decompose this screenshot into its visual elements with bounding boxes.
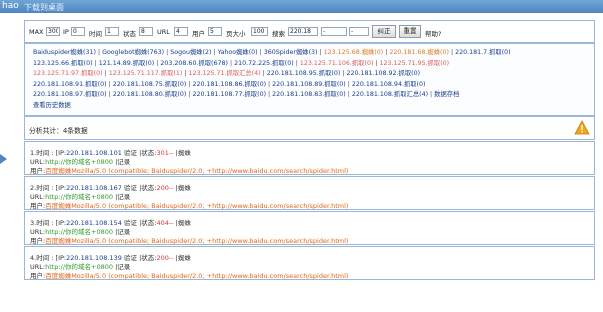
time-label: 时间 [89,30,102,38]
record-user-agent: 百度蜘蛛Mozilla/5.0 (compatible; Baiduspider… [45,237,349,245]
status-prefix: |状态: [139,219,157,227]
spider-link[interactable]: 220.181.108.77.抓取(0) [192,91,266,98]
spider-link[interactable]: Baiduspider蜘蛛(31) [33,49,96,56]
spider-link[interactable]: 210.72.225.抓取(0) [234,60,294,67]
spider-link[interactable]: 220.181.108.95.抓取(0) [267,70,341,77]
search-label: 搜索 [272,30,285,38]
spider-link[interactable]: 220.181.108.94.抓取(0) [352,81,426,88]
reset-button[interactable]: 重置 [399,25,421,38]
spider-link[interactable]: 220.181.108.80.抓取(0) [113,91,187,98]
page-size-label: 页大小 [226,30,246,38]
status-input[interactable] [139,27,153,36]
spider-link[interactable]: 123.125.71.95.抓取(0) [380,60,450,67]
status-prefix: |状态: [139,184,157,192]
record-status: 404-- [156,219,174,227]
analysis-header: 分析共计：4条数据 [24,116,595,140]
spider-link[interactable]: 220.181.108.92.抓取(0) [346,70,420,77]
download-to-desktop-link[interactable]: 下载到桌面 [24,2,64,13]
user-label: 用户 [192,30,205,38]
filter-bar: MAX IP 时间 状态 URL 用户 页大小 搜索 - - 纠正 重置 帮助? [24,20,595,43]
link-row: Baiduspider蜘蛛(31) | Googlebot蜘蛛(763) | Sogou… [33,48,593,59]
ip-label: IP [63,28,69,36]
record-line-3: 用户:百度蜘蛛Mozilla/5.0 (compatible; Baiduspi… [30,200,348,210]
record-status: 301-- [156,149,174,157]
link-row: 123.125.66.抓取(0) | 121.14.89.抓取(0) | 203.208… [33,59,593,70]
search-select-a[interactable]: - [321,27,347,36]
record-user-agent: 百度蜘蛛Mozilla/5.0 (compatible; Baiduspider… [45,272,349,280]
user-agent-label: 用户: [30,167,46,175]
record-item: 4.时间 : [IP:220.181.108.139 验证 |状态:200-- … [24,246,595,280]
record-tail: |蜘蛛 [175,149,191,157]
spider-link[interactable]: Sogou蜘蛛(2) [170,49,211,56]
url-label: URL [157,28,170,36]
spider-link[interactable]: 220.181.108.91.抓取(0) [33,81,107,88]
search-select-b[interactable]: - [349,27,369,36]
analysis-title: 分析共计：4条数据 [29,127,88,135]
user-agent-label: 用户: [30,237,46,245]
search-input[interactable] [288,27,318,36]
spider-link[interactable]: 360Spider蜘蛛(3) [264,49,318,56]
status-prefix: |状态: [139,254,157,262]
spider-link[interactable]: 查看历史数据 [33,102,71,109]
spider-link[interactable]: 220.181.68.蜘蛛(0) [389,49,449,56]
brand-logo: hao [2,1,19,11]
record-item: 1.时间 : [IP:220.181.108.101 验证 |状态:301-- … [24,141,595,175]
status-label: 状态 [123,30,136,38]
spider-link[interactable]: 220.181.108.抓取汇总(4) [352,91,428,98]
spider-links-panel: Baiduspider蜘蛛(31) | Googlebot蜘蛛(763) | Sogou… [24,43,595,116]
record-user-agent: 百度蜘蛛Mozilla/5.0 (compatible; Baiduspider… [45,202,349,210]
url-input[interactable] [174,27,188,36]
max-label: MAX [29,28,44,36]
spider-link[interactable]: 220.181.7.抓取(0) [455,49,511,56]
record-item: 3.时间 : [IP:220.181.108.154 验证 |状态:404-- … [24,211,595,245]
help-link[interactable]: 帮助? [425,28,441,38]
link-row: 查看历史数据 [33,101,593,112]
record-item: 2.时间 : [IP:220.181.108.167 验证 |状态:200-- … [24,176,595,210]
spider-link[interactable]: 220.181.108.86.抓取(0) [192,81,266,88]
link-row: 123.125.71.97.抓取(0) | 123.125.71.117.抓取(1)… [33,69,593,80]
record-line-3: 用户:百度蜘蛛Mozilla/5.0 (compatible; Baiduspi… [30,235,348,245]
spider-link[interactable]: Yahoo蜘蛛(0) [218,49,258,56]
ip-input[interactable] [71,27,85,36]
spider-link[interactable]: 123.125.71.97.抓取(0) [33,70,103,77]
user-input[interactable] [208,27,222,36]
side-collapse-arrow-icon[interactable] [0,154,7,164]
link-row: 220.181.108.91.抓取(0) | 220.181.108.75.抓取(0… [33,80,593,91]
record-line-3: 用户:百度蜘蛛Mozilla/5.0 (compatible; Baiduspi… [30,165,348,175]
spider-link[interactable]: 121.14.89.抓取(0) [99,60,155,67]
spider-link[interactable]: 123.125.71.106.抓取(0) [300,60,374,67]
spider-link[interactable]: 数据存档 [434,91,459,98]
time-input[interactable] [105,27,119,36]
spider-link[interactable]: 123.125.68.蜘蛛(0) [324,49,384,56]
spider-link[interactable]: 220.181.108.97.抓取(0) [33,91,107,98]
max-input[interactable] [46,27,60,36]
user-agent-label: 用户: [30,202,46,210]
status-prefix: |状态: [139,149,157,157]
warning-icon [574,120,590,135]
spider-link[interactable]: Googlebot蜘蛛(763) [102,49,164,56]
spider-link[interactable]: 220.181.108.89.抓取(0) [272,81,346,88]
user-agent-label: 用户: [30,272,46,280]
record-status: 200-- [156,254,174,262]
spider-link[interactable]: 123.125.71.抓取汇总(4) [188,70,260,77]
record-user-agent: 百度蜘蛛Mozilla/5.0 (compatible; Baiduspider… [45,167,349,175]
record-tail: |蜘蛛 [175,254,191,262]
spider-link-list: Baiduspider蜘蛛(31) | Googlebot蜘蛛(763) | Sogou… [33,48,593,112]
spider-link[interactable]: 123.125.71.117.抓取(1) [109,70,183,77]
spider-link[interactable]: 220.181.108.75.抓取(0) [113,81,187,88]
record-tail: |蜘蛛 [175,184,191,192]
record-status: 200-- [156,184,174,192]
record-line-3: 用户:百度蜘蛛Mozilla/5.0 (compatible; Baiduspi… [30,270,348,280]
record-tail: |蜘蛛 [175,219,191,227]
spider-link[interactable]: 123.125.66.抓取(0) [33,60,93,67]
link-row: 220.181.108.97.抓取(0) | 220.181.108.80.抓取(0… [33,90,593,101]
spider-link[interactable]: 203.208.60.抓取(678) [160,60,228,67]
spider-link[interactable]: 220.181.108.83.抓取(0) [272,91,346,98]
top-bar: hao 下载到桌面 [0,0,603,13]
confirm-button[interactable]: 纠正 [372,25,396,38]
page-size-input[interactable] [251,27,268,36]
